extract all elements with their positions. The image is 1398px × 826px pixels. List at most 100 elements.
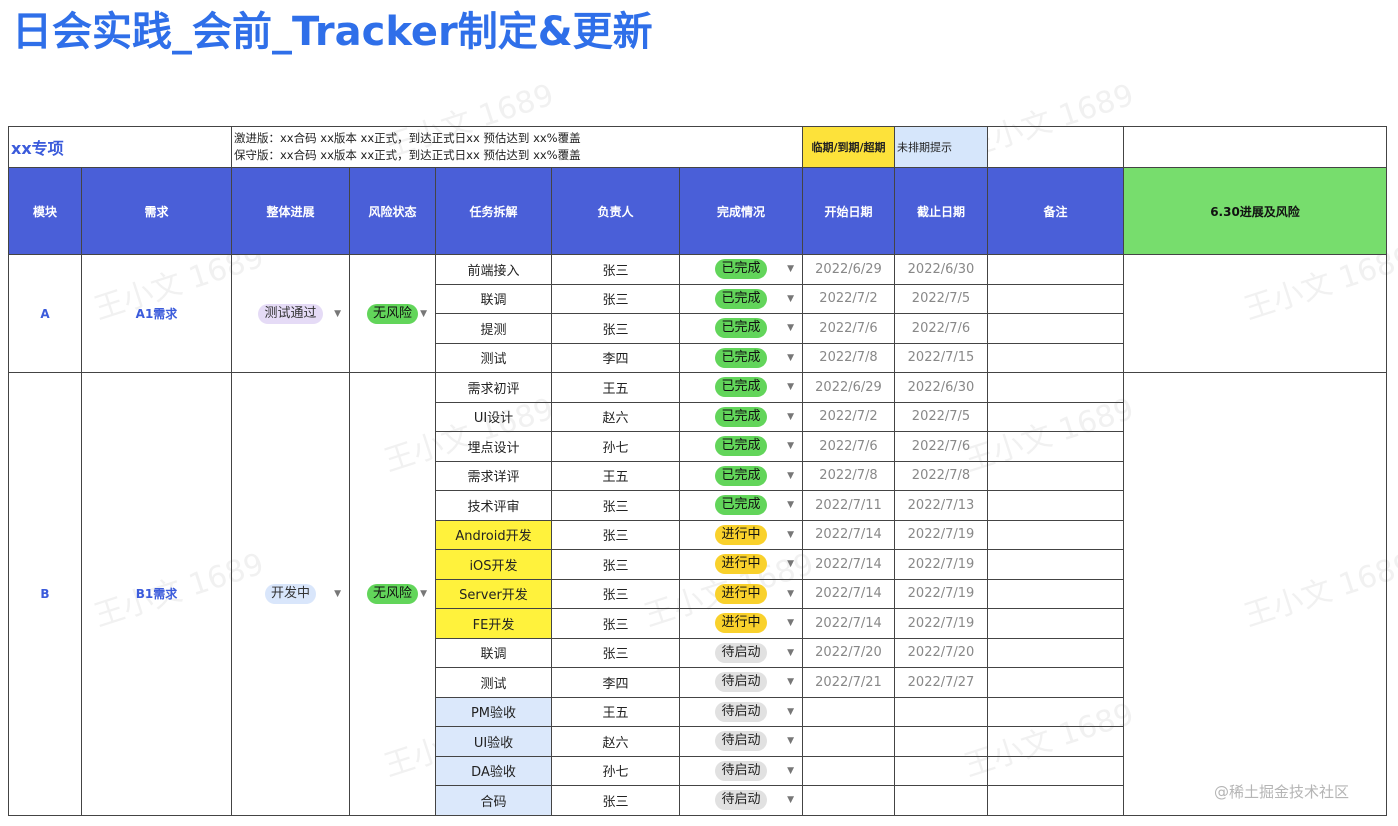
status-cell[interactable]: 待启动 ▼ <box>679 637 803 668</box>
start-date-cell[interactable]: 2022/7/2 <box>802 401 895 432</box>
end-date-cell[interactable]: 2022/7/19 <box>894 549 988 580</box>
owner-cell[interactable]: 张三 <box>551 578 680 609</box>
chevron-down-icon[interactable]: ▼ <box>787 500 794 510</box>
chevron-down-icon[interactable]: ▼ <box>787 766 794 776</box>
status-cell[interactable]: 待启动 ▼ <box>679 785 803 816</box>
empty-cell[interactable] <box>987 126 1124 168</box>
owner-cell[interactable]: 李四 <box>551 667 680 698</box>
end-date-cell[interactable] <box>894 696 988 727</box>
chevron-down-icon[interactable]: ▼ <box>334 589 341 599</box>
chevron-down-icon[interactable]: ▼ <box>787 559 794 569</box>
status-cell[interactable]: 已完成 ▼ <box>679 254 803 285</box>
remark-cell[interactable] <box>987 578 1124 609</box>
status-cell[interactable]: 进行中 ▼ <box>679 578 803 609</box>
owner-cell[interactable]: 张三 <box>551 490 680 521</box>
owner-cell[interactable]: 孙七 <box>551 755 680 786</box>
task-cell[interactable]: DA验收 <box>435 755 552 786</box>
end-date-cell[interactable]: 2022/6/30 <box>894 254 988 285</box>
owner-cell[interactable]: 赵六 <box>551 401 680 432</box>
end-date-cell[interactable]: 2022/7/19 <box>894 519 988 550</box>
header-status[interactable]: 完成情况 <box>679 167 803 255</box>
start-date-cell[interactable]: 2022/6/29 <box>802 254 895 285</box>
task-cell[interactable]: FE开发 <box>435 608 552 639</box>
chevron-down-icon[interactable]: ▼ <box>787 618 794 628</box>
start-date-cell[interactable]: 2022/7/20 <box>802 637 895 668</box>
task-cell[interactable]: 测试 <box>435 667 552 698</box>
status-cell[interactable]: 已完成 ▼ <box>679 342 803 373</box>
chevron-down-icon[interactable]: ▼ <box>787 471 794 481</box>
task-cell[interactable]: 联调 <box>435 637 552 668</box>
module-cell[interactable]: B <box>8 372 82 816</box>
task-cell[interactable]: iOS开发 <box>435 549 552 580</box>
status-cell[interactable]: 待启动 ▼ <box>679 667 803 698</box>
progress-risk-cell[interactable] <box>1123 254 1387 373</box>
owner-cell[interactable]: 孙七 <box>551 431 680 462</box>
header-start[interactable]: 开始日期 <box>802 167 895 255</box>
owner-cell[interactable]: 张三 <box>551 283 680 314</box>
start-date-cell[interactable]: 2022/7/14 <box>802 608 895 639</box>
remark-cell[interactable] <box>987 785 1124 816</box>
chevron-down-icon[interactable]: ▼ <box>787 707 794 717</box>
owner-cell[interactable]: 张三 <box>551 785 680 816</box>
owner-cell[interactable]: 张三 <box>551 313 680 344</box>
end-date-cell[interactable] <box>894 785 988 816</box>
remark-cell[interactable] <box>987 254 1124 285</box>
end-date-cell[interactable]: 2022/7/6 <box>894 313 988 344</box>
project-notes[interactable]: 激进版：xx合码 xx版本 xx正式，到达正式日xx 预估达到 xx%覆盖 保守… <box>231 126 803 168</box>
remark-cell[interactable] <box>987 519 1124 550</box>
task-cell[interactable]: UI设计 <box>435 401 552 432</box>
status-cell[interactable]: 进行中 ▼ <box>679 549 803 580</box>
owner-cell[interactable]: 王五 <box>551 372 680 403</box>
start-date-cell[interactable]: 2022/7/8 <box>802 342 895 373</box>
risk-status-cell[interactable]: 无风险 ▼ <box>349 254 436 373</box>
requirement-cell[interactable]: A1需求 <box>81 254 232 373</box>
chevron-down-icon[interactable]: ▼ <box>787 412 794 422</box>
task-cell[interactable]: 提测 <box>435 313 552 344</box>
remark-cell[interactable] <box>987 637 1124 668</box>
task-cell[interactable]: 需求初评 <box>435 372 552 403</box>
task-cell[interactable]: 合码 <box>435 785 552 816</box>
start-date-cell[interactable] <box>802 785 895 816</box>
status-cell[interactable]: 已完成 ▼ <box>679 460 803 491</box>
start-date-cell[interactable] <box>802 726 895 757</box>
status-cell[interactable]: 已完成 ▼ <box>679 401 803 432</box>
remark-cell[interactable] <box>987 490 1124 521</box>
end-date-cell[interactable] <box>894 755 988 786</box>
start-date-cell[interactable]: 2022/7/8 <box>802 460 895 491</box>
end-date-cell[interactable]: 2022/7/27 <box>894 667 988 698</box>
remark-cell[interactable] <box>987 726 1124 757</box>
remark-cell[interactable] <box>987 755 1124 786</box>
task-cell[interactable]: Server开发 <box>435 578 552 609</box>
task-cell[interactable]: 埋点设计 <box>435 431 552 462</box>
chevron-down-icon[interactable]: ▼ <box>787 589 794 599</box>
start-date-cell[interactable]: 2022/6/29 <box>802 372 895 403</box>
header-task[interactable]: 任务拆解 <box>435 167 552 255</box>
owner-cell[interactable]: 张三 <box>551 519 680 550</box>
header-overall[interactable]: 整体进展 <box>231 167 350 255</box>
start-date-cell[interactable] <box>802 696 895 727</box>
remark-cell[interactable] <box>987 372 1124 403</box>
chevron-down-icon[interactable]: ▼ <box>787 382 794 392</box>
remark-cell[interactable] <box>987 696 1124 727</box>
chevron-down-icon[interactable]: ▼ <box>420 309 427 319</box>
chevron-down-icon[interactable]: ▼ <box>787 441 794 451</box>
end-date-cell[interactable]: 2022/7/19 <box>894 578 988 609</box>
chevron-down-icon[interactable]: ▼ <box>787 294 794 304</box>
risk-status-cell[interactable]: 无风险 ▼ <box>349 372 436 816</box>
end-date-cell[interactable]: 2022/6/30 <box>894 372 988 403</box>
progress-risk-cell[interactable] <box>1123 372 1387 816</box>
task-cell[interactable]: 前端接入 <box>435 254 552 285</box>
status-cell[interactable]: 待启动 ▼ <box>679 726 803 757</box>
chevron-down-icon[interactable]: ▼ <box>787 795 794 805</box>
chevron-down-icon[interactable]: ▼ <box>787 264 794 274</box>
owner-cell[interactable]: 王五 <box>551 696 680 727</box>
task-cell[interactable]: PM验收 <box>435 696 552 727</box>
chevron-down-icon[interactable]: ▼ <box>787 648 794 658</box>
header-progress[interactable]: 6.30进展及风险 <box>1123 167 1387 255</box>
header-module[interactable]: 模块 <box>8 167 82 255</box>
module-cell[interactable]: A <box>8 254 82 373</box>
task-cell[interactable]: UI验收 <box>435 726 552 757</box>
start-date-cell[interactable]: 2022/7/14 <box>802 519 895 550</box>
status-cell[interactable]: 已完成 ▼ <box>679 372 803 403</box>
header-requirement[interactable]: 需求 <box>81 167 232 255</box>
